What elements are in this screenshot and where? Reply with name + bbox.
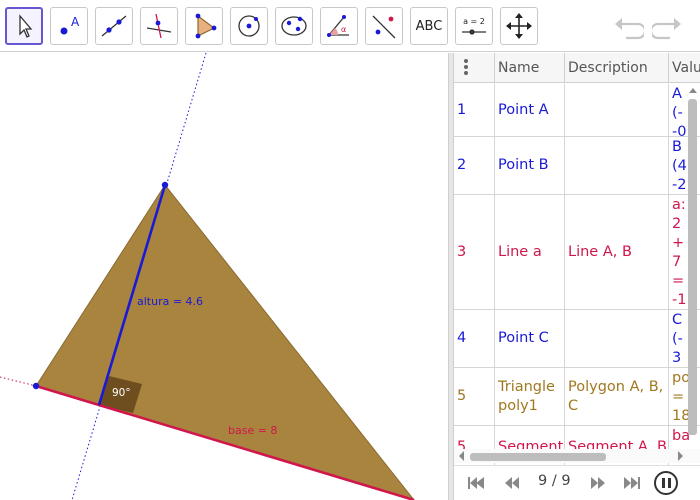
move-tool-button[interactable] [5,7,43,45]
point-c[interactable] [161,181,169,189]
row-name: Triangle poly1 [495,368,565,425]
skip-last-icon[interactable] [622,474,642,492]
text-icon: ABC [415,18,443,34]
triangle-poly1[interactable] [35,184,415,500]
row-description [565,84,669,136]
circle-center-point-icon [238,15,260,37]
reflect-tool-button[interactable] [365,7,403,45]
point-tool-button[interactable]: A [50,7,88,45]
table-row[interactable]: 4 Point C C (- 3 [454,310,700,368]
table-row[interactable]: 3 Line a Line A, Ba: 2 +7 = -1 [454,195,700,310]
move-graphics-view-icon [506,13,532,39]
angle-label: 90° [112,387,131,399]
row-name: Line a [495,195,565,309]
polygon-icon [195,13,217,39]
move-view-tool-button[interactable] [500,7,538,45]
header-description[interactable]: Description [565,53,669,83]
construction-canvas[interactable]: 90° altura = 4.6 base = 8 [0,53,448,500]
row-description [565,310,669,367]
scroll-up-icon[interactable] [688,85,700,95]
row-description: Line A, B [565,195,669,309]
row-description: Polygon A, B, C [565,368,669,425]
header-value[interactable]: Valu [669,53,700,83]
line-a-dotted [0,376,37,387]
text-tool-button[interactable]: ABC [410,7,448,45]
table-row[interactable]: 2 Point B B (4 -2 [454,137,700,195]
table-header: Name Description Valu [454,53,700,83]
skip-first-icon[interactable] [466,474,486,492]
line-tool-button[interactable] [95,7,133,45]
undo-icon[interactable] [614,12,644,40]
horizontal-scroll-thumb[interactable] [470,453,606,461]
header-menu-cell[interactable] [454,53,495,83]
altura-label: altura = 4.6 [137,295,203,308]
table-row[interactable]: 5 Segment Segment A, Bba [454,426,700,470]
ellipse-tool-button[interactable] [275,7,313,45]
angle-tool-label: α [341,25,346,34]
graphics-view[interactable]: 90° altura = 4.6 base = 8 [0,53,448,500]
base-label: base = 8 [228,424,277,437]
row-number: 1 [454,84,495,136]
step-counter: 9 / 9 [538,473,571,489]
ellipse-icon [281,16,307,36]
row-description [565,137,669,194]
header-name[interactable]: Name [495,53,565,83]
point-tool-label: A [71,15,80,29]
reflect-icon [372,15,396,39]
toolbar: A α ABC a = 2 [0,0,700,52]
table-row[interactable]: 1 Point A A (- -0 [454,84,700,137]
slider-tool-button[interactable]: a = 2 [455,7,493,45]
pause-icon[interactable] [654,471,678,495]
kebab-menu-icon[interactable] [460,59,472,77]
move-arrow-icon [19,14,33,38]
navigation-bar: 9 / 9 [454,465,700,500]
scroll-left-icon[interactable] [456,450,466,462]
slider-tool-label: a = 2 [463,17,485,26]
row-number: 5 [454,368,495,425]
angle-tool-button[interactable]: α [320,7,358,45]
perpendicular-tool-button[interactable] [140,7,178,45]
table-row[interactable]: 5 Triangle poly1 Polygon A, B, Cpo = 18 [454,368,700,426]
row-name: Point A [495,84,565,136]
scroll-right-icon[interactable] [676,450,686,462]
row-name: Point C [495,310,565,367]
redo-icon[interactable] [652,12,682,40]
step-forward-icon[interactable] [588,474,608,492]
perpendicular-line-icon [146,13,172,39]
row-number: 4 [454,310,495,367]
point-icon: A [60,15,80,35]
construction-protocol: Name Description Valu 1 Point A A (- -0 2 Poin… [454,53,700,500]
row-number: 3 [454,195,495,309]
row-name: Point B [495,137,565,194]
angle-icon: α [327,15,349,37]
polygon-tool-button[interactable] [185,7,223,45]
step-back-icon[interactable] [502,474,522,492]
slider-icon: a = 2 [462,17,486,35]
vertical-scroll-thumb[interactable] [688,99,697,435]
row-number: 2 [454,137,495,194]
circle-tool-button[interactable] [230,7,268,45]
point-a[interactable] [32,382,40,390]
line-icon [101,15,127,37]
